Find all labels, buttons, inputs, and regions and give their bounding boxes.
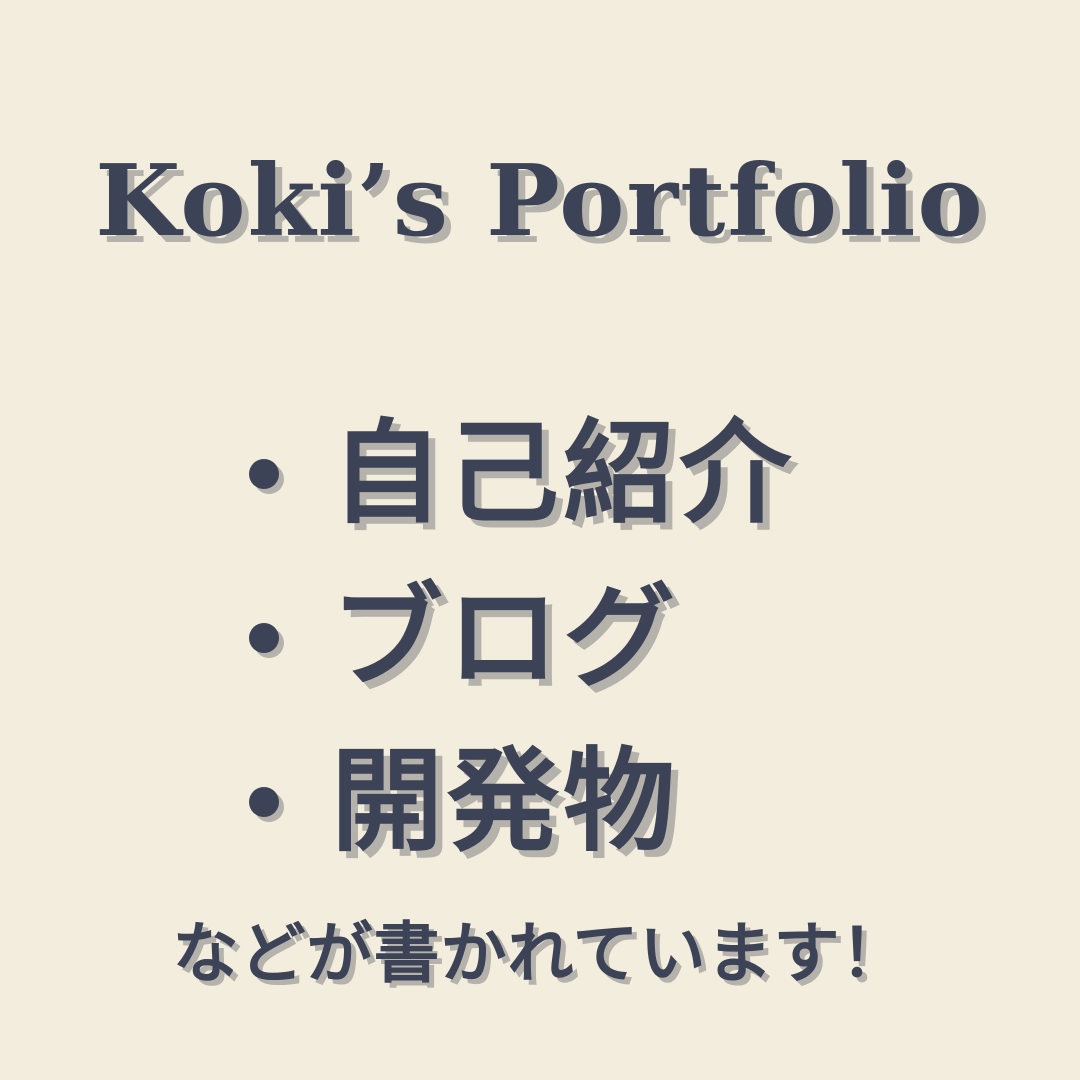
list-item-label: ブログ (331, 573, 679, 703)
list-item-label: 開発物 (331, 737, 679, 867)
bullet-icon (249, 459, 279, 489)
footer-caption: などが書かれています！ (172, 915, 908, 992)
list-item-label: 自己紹介 (331, 409, 795, 539)
list-item-self-introduction: 自己紹介 (240, 392, 795, 556)
bullet-icon (249, 623, 279, 653)
page-title: Koki’s Portfolio (95, 144, 985, 259)
list-item-blog: ブログ (240, 556, 795, 720)
contents-list: 自己紹介 ブログ 開発物 (240, 392, 795, 884)
bullet-icon (249, 787, 279, 817)
portfolio-card: Koki’s Portfolio 自己紹介 ブログ 開発物 などが書かれています… (0, 0, 1080, 1080)
list-item-works: 開発物 (240, 720, 795, 884)
